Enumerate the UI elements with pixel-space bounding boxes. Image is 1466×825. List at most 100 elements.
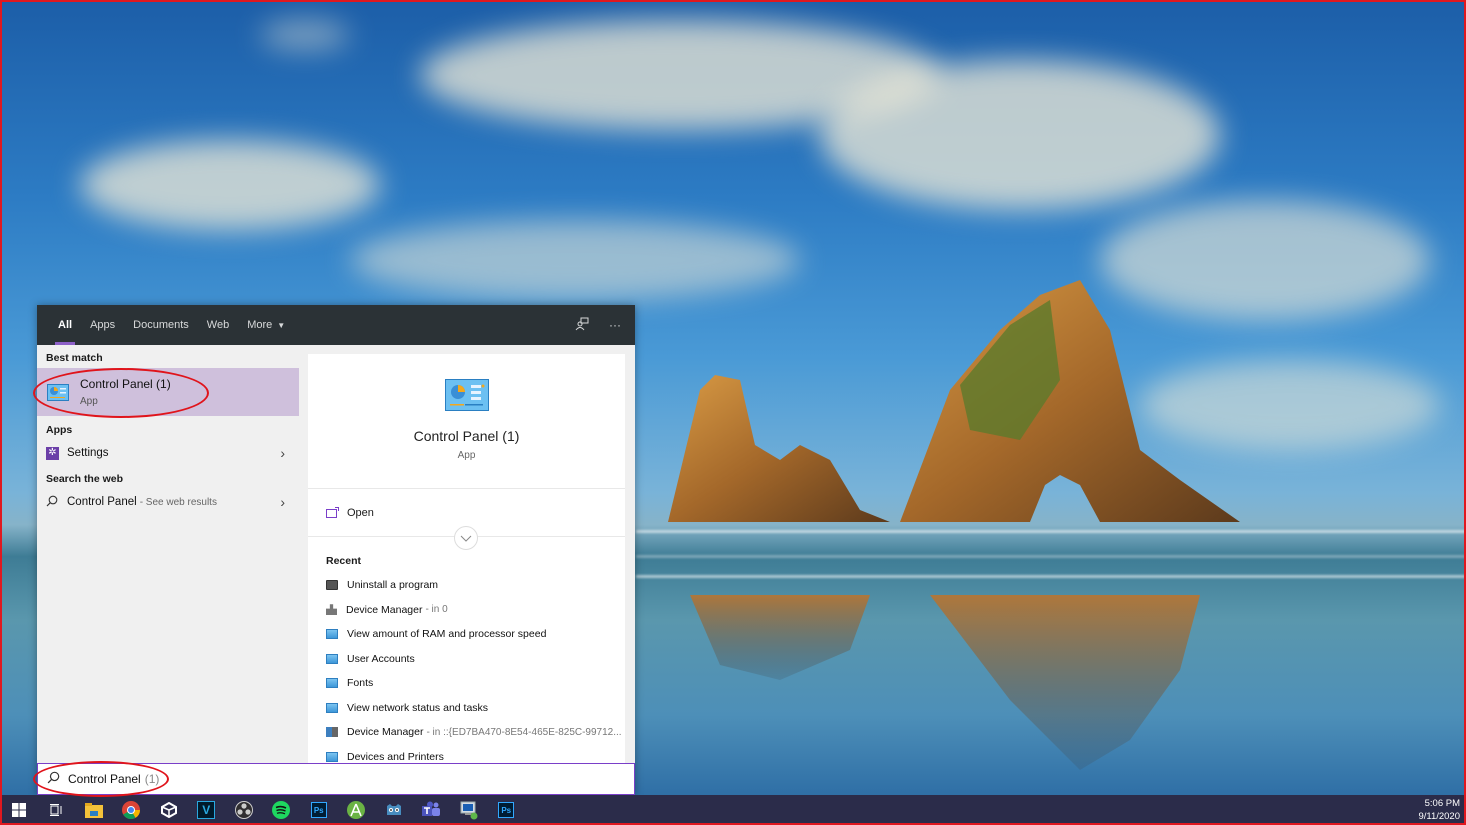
search-input[interactable]: Control Panel (1) bbox=[37, 763, 635, 795]
search-icon bbox=[46, 495, 60, 510]
chrome-icon bbox=[122, 801, 141, 819]
taskbar-obs[interactable] bbox=[225, 795, 263, 825]
photoshop-icon: Ps bbox=[310, 802, 327, 818]
search-flyout: All Apps Documents Web More ▼ ··· Best ma… bbox=[37, 305, 635, 795]
recent-item[interactable]: Fonts bbox=[308, 671, 625, 696]
recent-item[interactable]: Device Manager - in 0 bbox=[308, 598, 625, 623]
clock-date: 9/11/2020 bbox=[1418, 811, 1460, 822]
recent-item-label: Uninstall a program bbox=[347, 579, 439, 592]
spotify-icon bbox=[272, 801, 291, 819]
control-panel-icon bbox=[326, 702, 338, 713]
chevron-down-icon bbox=[460, 535, 472, 542]
recent-item-label: View amount of RAM and processor speed bbox=[347, 628, 547, 641]
search-query-suggestion: (1) bbox=[144, 772, 160, 786]
web-result[interactable]: Control Panel - See web results › bbox=[37, 489, 299, 515]
device-manager-icon bbox=[326, 727, 338, 738]
feedback-icon[interactable] bbox=[575, 317, 589, 334]
task-view-button[interactable] bbox=[38, 795, 76, 825]
taskbar-vegas[interactable]: V bbox=[188, 795, 226, 825]
taskbar-unity[interactable] bbox=[150, 795, 188, 825]
recent-item[interactable]: Uninstall a program bbox=[308, 573, 625, 598]
task-view-icon bbox=[50, 804, 62, 816]
best-match-heading: Best match bbox=[46, 352, 103, 364]
unity-icon bbox=[160, 802, 177, 818]
recent-item-label: Fonts bbox=[347, 677, 374, 690]
best-match-control-panel[interactable]: Control Panel (1) App bbox=[37, 368, 299, 416]
recent-item-hint: - in 0 bbox=[425, 604, 448, 616]
control-panel-icon bbox=[326, 629, 338, 640]
taskbar-godot[interactable] bbox=[375, 795, 413, 825]
control-panel-icon bbox=[326, 751, 338, 762]
vegas-icon: V bbox=[197, 801, 216, 819]
tab-label: Apps bbox=[90, 319, 116, 331]
best-match-type: App bbox=[80, 396, 98, 407]
wave bbox=[636, 555, 1466, 558]
search-icon bbox=[47, 771, 60, 787]
recent-item-label: View network status and tasks bbox=[347, 701, 489, 714]
cloud bbox=[820, 60, 1220, 210]
tab-label: All bbox=[58, 319, 73, 331]
search-web-heading: Search the web bbox=[46, 473, 124, 485]
open-label: Open bbox=[347, 506, 374, 519]
tab-label: More bbox=[247, 319, 273, 331]
app-result-settings[interactable]: ✲ Settings › bbox=[37, 440, 299, 466]
tab-web[interactable]: Web bbox=[198, 305, 238, 345]
tab-label: Web bbox=[206, 319, 230, 331]
cloud bbox=[80, 140, 380, 230]
recent-item-label: User Accounts bbox=[347, 652, 415, 665]
taskbar: V Ps Ps 5:06 PM 9/11/2020 bbox=[0, 795, 1466, 825]
results-list: Best match Control Panel (1) App Apps ✲ … bbox=[37, 345, 299, 763]
taskbar-photoshop-2[interactable]: Ps bbox=[488, 795, 526, 825]
cloud bbox=[260, 20, 350, 50]
tab-more[interactable]: More ▼ bbox=[238, 305, 294, 345]
web-result-hint: - See web results bbox=[139, 496, 217, 508]
recent-item-label: Devices and Printers bbox=[347, 750, 444, 763]
teams-icon bbox=[422, 801, 441, 816]
expand-button[interactable] bbox=[454, 526, 478, 550]
recent-item-label: Device Manager bbox=[346, 603, 423, 616]
recent-item-label: Device Manager bbox=[347, 726, 424, 739]
wave bbox=[636, 530, 1466, 533]
system-clock[interactable]: 5:06 PM 9/11/2020 bbox=[1418, 797, 1460, 823]
taskbar-file-explorer[interactable] bbox=[75, 795, 113, 825]
folder-icon bbox=[84, 802, 103, 818]
recent-item[interactable]: User Accounts bbox=[308, 647, 625, 672]
chevron-right-icon[interactable]: › bbox=[280, 494, 285, 510]
recent-item-hint: - in ::{ED7BA470-8E54-465E-825C-99712... bbox=[426, 726, 622, 738]
tab-apps[interactable]: Apps bbox=[81, 305, 124, 345]
taskbar-photoshop[interactable]: Ps bbox=[300, 795, 338, 825]
taskbar-android-studio[interactable] bbox=[338, 795, 376, 825]
control-panel-icon bbox=[326, 678, 338, 689]
uninstall-icon bbox=[326, 580, 338, 591]
recent-item[interactable]: View amount of RAM and processor speed bbox=[308, 622, 625, 647]
detail-type: App bbox=[457, 450, 476, 461]
search-tabs-bar: All Apps Documents Web More ▼ ··· bbox=[37, 305, 635, 345]
control-panel-icon bbox=[326, 653, 338, 664]
sea-rocks bbox=[668, 280, 1240, 770]
tab-all[interactable]: All bbox=[49, 305, 81, 345]
godot-icon bbox=[386, 804, 401, 815]
device-manager-icon bbox=[326, 604, 337, 616]
settings-gear-icon: ✲ bbox=[46, 446, 59, 460]
taskbar-teams[interactable] bbox=[413, 795, 451, 825]
android-studio-icon bbox=[347, 801, 366, 819]
search-query-text: Control Panel bbox=[68, 772, 141, 786]
control-panel-large-icon bbox=[444, 379, 489, 411]
result-detail-pane: Control Panel (1) App Open Recent Uninst… bbox=[308, 354, 625, 763]
tab-documents[interactable]: Documents bbox=[124, 305, 198, 345]
recent-item[interactable]: View network status and tasks bbox=[308, 696, 625, 721]
taskbar-chrome[interactable] bbox=[113, 795, 151, 825]
start-button[interactable] bbox=[0, 795, 38, 825]
tab-label: Documents bbox=[133, 319, 189, 331]
photoshop-icon: Ps bbox=[498, 802, 515, 818]
wave bbox=[636, 575, 1466, 578]
recent-item[interactable]: Device Manager - in ::{ED7BA470-8E54-465E… bbox=[308, 720, 625, 745]
taskbar-remote-desktop[interactable] bbox=[450, 795, 488, 825]
remote-desktop-icon bbox=[460, 801, 478, 820]
recent-item[interactable]: Devices and Printers bbox=[308, 745, 625, 764]
apps-heading: Apps bbox=[46, 424, 73, 436]
obs-icon bbox=[234, 801, 253, 819]
taskbar-spotify[interactable] bbox=[263, 795, 301, 825]
more-options-icon[interactable]: ··· bbox=[609, 318, 621, 332]
chevron-right-icon[interactable]: › bbox=[280, 445, 285, 461]
